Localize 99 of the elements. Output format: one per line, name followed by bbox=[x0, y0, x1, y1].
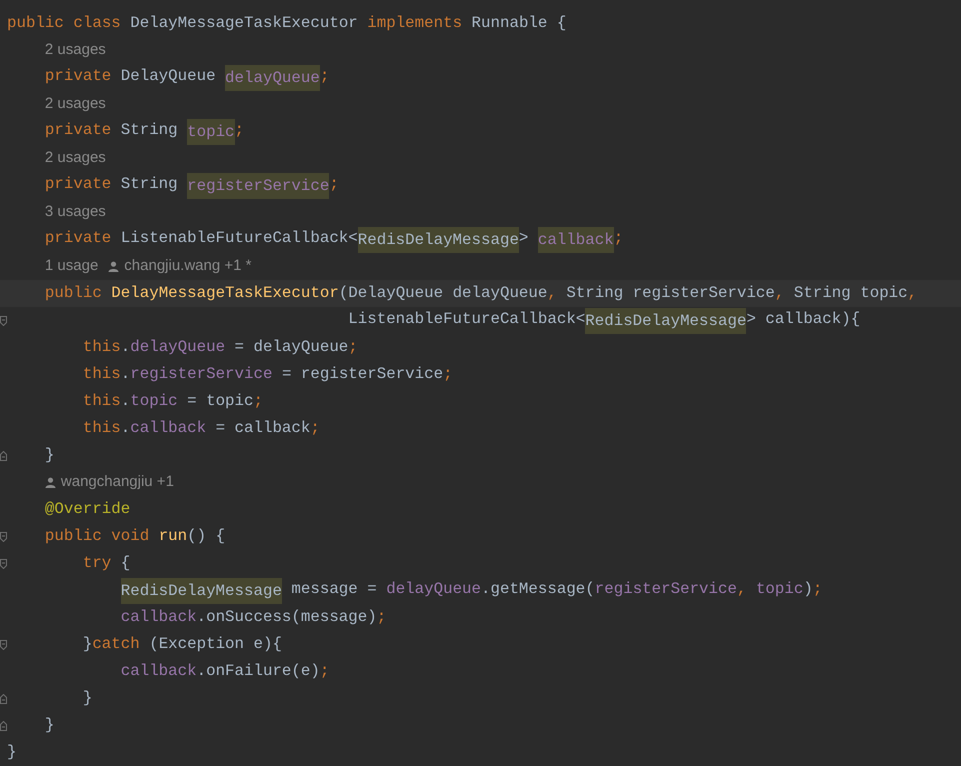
code-token: .getMessage( bbox=[481, 578, 595, 600]
fold-icon[interactable] bbox=[0, 532, 7, 542]
code-token: private bbox=[44, 228, 112, 248]
usages-hint[interactable]: 1 usage bbox=[44, 255, 98, 278]
fold-icon[interactable] bbox=[0, 450, 7, 460]
code-token: callback bbox=[130, 418, 206, 439]
highlighted-token: registerService bbox=[187, 172, 330, 198]
code-token: private bbox=[44, 174, 112, 194]
code-token: implements bbox=[367, 12, 462, 34]
fold-icon[interactable] bbox=[0, 558, 7, 568]
highlighted-token: RedisDelayMessage bbox=[358, 226, 519, 252]
code-token: DelayMessageTaskExecutor bbox=[111, 282, 339, 304]
code-token: ; bbox=[320, 66, 330, 86]
user-icon bbox=[44, 477, 56, 488]
code-token: DelayQueue bbox=[120, 66, 216, 86]
code-token: this bbox=[82, 390, 121, 412]
author-hint[interactable]: wangchangjiu +1 bbox=[60, 471, 174, 494]
code-token: private bbox=[44, 66, 112, 86]
code-token: this bbox=[82, 336, 121, 358]
code-token: ; bbox=[348, 336, 358, 358]
code-token: ; bbox=[329, 174, 339, 194]
code-token: ; bbox=[234, 120, 244, 140]
code-token: topic bbox=[130, 390, 178, 412]
fold-icon[interactable] bbox=[0, 316, 7, 326]
code-token: @Override bbox=[44, 498, 130, 520]
code-token: (DelayQueue delayQueue bbox=[338, 282, 548, 304]
code-token: DelayMessageTaskExecutor bbox=[130, 12, 358, 34]
code-token: (Exception e){ bbox=[149, 634, 282, 655]
code-token: , bbox=[547, 282, 557, 304]
code-token: callback bbox=[120, 606, 197, 628]
code-token: run bbox=[158, 526, 188, 547]
code-token: ; bbox=[376, 606, 386, 628]
code-token: ; bbox=[320, 660, 330, 682]
usages-hint[interactable]: 2 usages bbox=[44, 93, 106, 116]
code-token: = callback bbox=[216, 418, 310, 439]
code-token: . bbox=[120, 418, 130, 439]
code-token: message = bbox=[291, 578, 377, 600]
code-token: } bbox=[7, 742, 16, 763]
code-token: catch bbox=[92, 634, 140, 655]
code-token: > bbox=[518, 228, 528, 248]
code-token: } bbox=[82, 688, 92, 709]
usages-hint[interactable]: 2 usages bbox=[44, 39, 106, 62]
code-token: Runnable { bbox=[472, 12, 566, 34]
code-token: .onSuccess(message) bbox=[196, 606, 377, 628]
code-token: String bbox=[120, 120, 178, 140]
code-token: . bbox=[120, 390, 130, 412]
fold-icon[interactable] bbox=[0, 640, 7, 650]
code-token: .onFailure(e) bbox=[196, 660, 320, 682]
highlighted-token: callback bbox=[538, 226, 614, 252]
highlighted-token: RedisDelayMessage bbox=[585, 308, 746, 334]
code-token: = topic bbox=[187, 390, 254, 412]
code-token: ; bbox=[254, 390, 263, 412]
code-token: this bbox=[82, 418, 121, 439]
code-token: ; bbox=[614, 228, 624, 248]
code-token: . bbox=[120, 364, 130, 385]
code-token: ; bbox=[310, 418, 320, 439]
code-token: ; bbox=[443, 364, 453, 385]
highlighted-token: RedisDelayMessage bbox=[120, 578, 282, 604]
code-token: callback bbox=[120, 660, 197, 682]
code-token: String registerService bbox=[566, 282, 775, 304]
code-token: ListenableFutureCallback< bbox=[120, 228, 358, 248]
code-token: > callback){ bbox=[746, 308, 860, 330]
code-token: { bbox=[120, 552, 130, 574]
code-token: delayQueue bbox=[130, 336, 226, 358]
code-token: public bbox=[44, 282, 102, 304]
code-token: String bbox=[120, 174, 178, 194]
code-token: } bbox=[82, 634, 92, 655]
code-token: () { bbox=[187, 526, 226, 547]
code-token: String topic bbox=[794, 282, 908, 304]
code-token: public bbox=[7, 12, 64, 34]
code-token: , bbox=[736, 578, 746, 600]
code-token: ListenableFutureCallback< bbox=[348, 308, 586, 330]
fold-icon[interactable] bbox=[0, 694, 7, 704]
code-token: private bbox=[44, 120, 112, 140]
code-token: . bbox=[120, 336, 130, 358]
code-token: , bbox=[774, 282, 784, 304]
usages-hint[interactable]: 2 usages bbox=[44, 147, 106, 170]
author-hint[interactable]: changjiu.wang +1 * bbox=[124, 255, 252, 278]
code-token: try bbox=[82, 552, 112, 574]
code-token: registerService bbox=[130, 364, 272, 385]
code-token: } bbox=[44, 444, 54, 466]
code-token: ) bbox=[803, 578, 813, 600]
code-token: , bbox=[908, 282, 918, 304]
code-token: = registerService bbox=[282, 364, 444, 385]
code-token: delayQueue bbox=[386, 578, 482, 600]
highlighted-token: topic bbox=[187, 118, 235, 144]
user-icon bbox=[108, 261, 120, 272]
code-token: } bbox=[44, 714, 54, 736]
code-token: ; bbox=[812, 578, 822, 600]
usages-hint[interactable]: 3 usages bbox=[44, 201, 106, 224]
code-token: void bbox=[111, 526, 150, 547]
code-token: registerService bbox=[594, 578, 737, 600]
highlighted-token: delayQueue bbox=[225, 64, 320, 90]
code-token: this bbox=[82, 364, 121, 385]
code-token: public bbox=[44, 526, 102, 547]
code-token: topic bbox=[756, 578, 804, 600]
code-token: class bbox=[73, 12, 121, 34]
code-token: = delayQueue bbox=[234, 336, 348, 358]
fold-icon[interactable] bbox=[0, 720, 7, 730]
